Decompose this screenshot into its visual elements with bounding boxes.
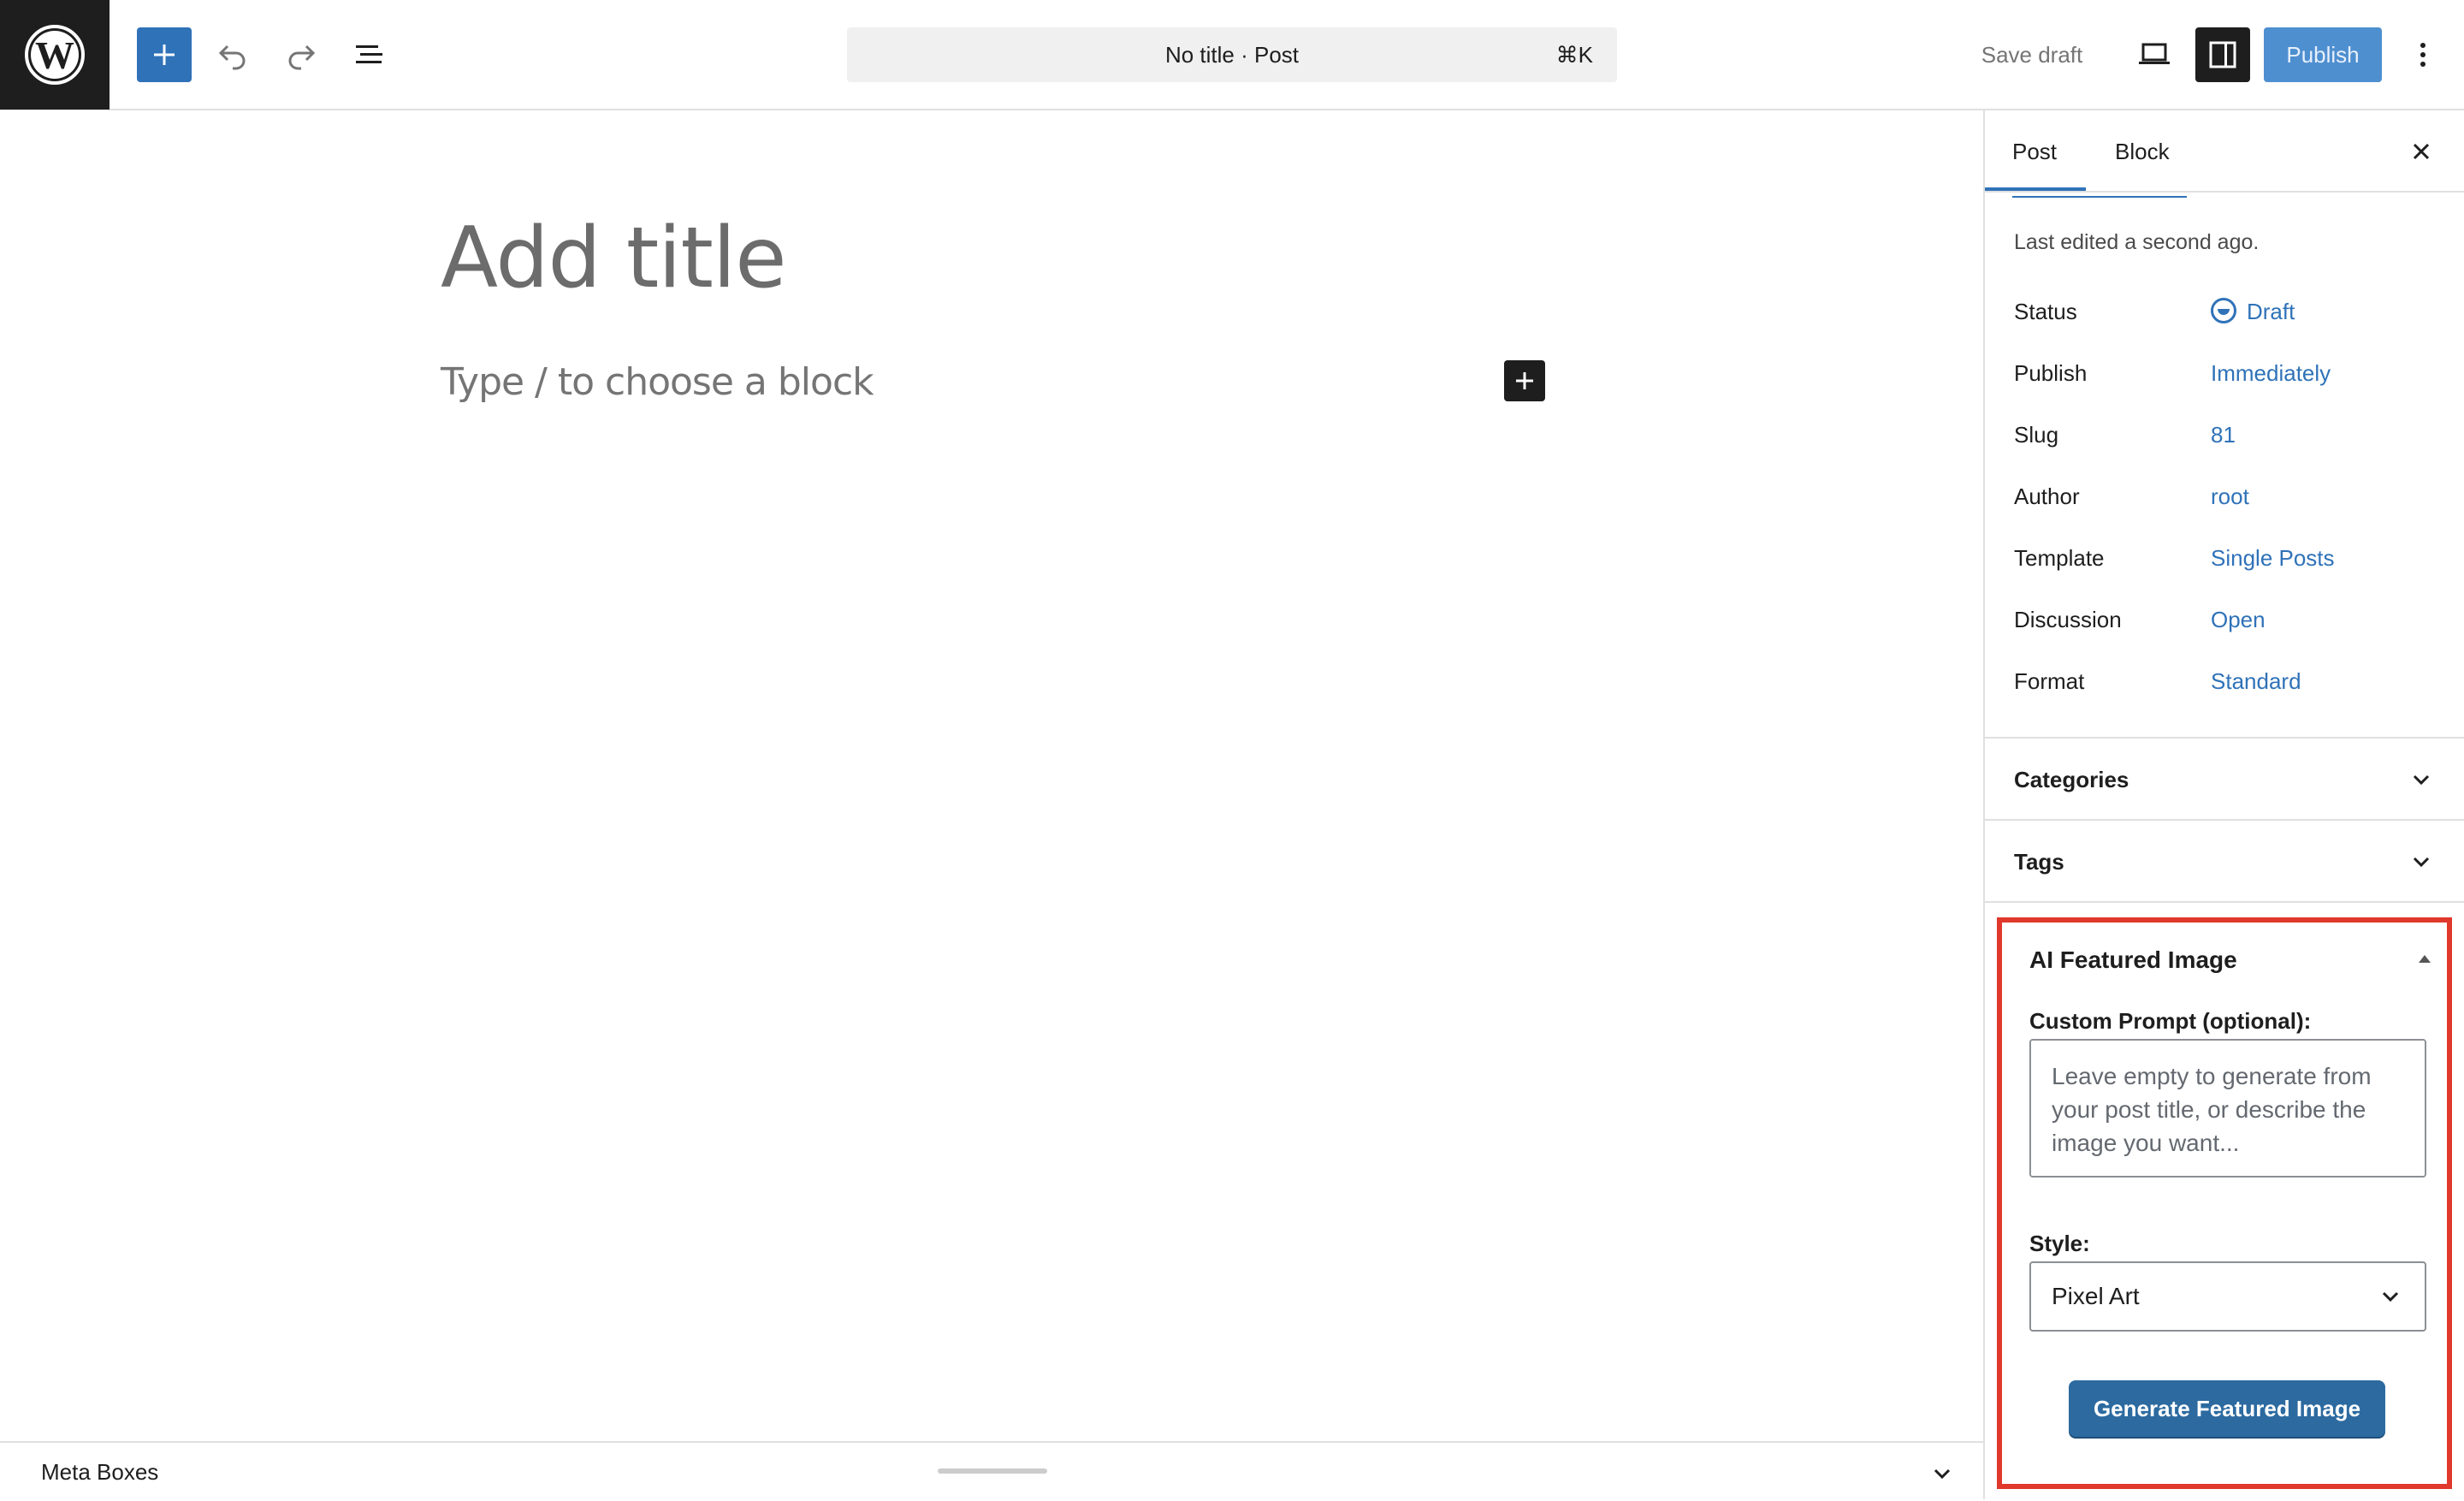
document-title: No title · Post xyxy=(1164,41,1300,68)
format-value[interactable]: Standard xyxy=(2211,668,2301,695)
inline-add-block-button[interactable] xyxy=(1504,360,1545,401)
publish-value[interactable]: Immediately xyxy=(2211,360,2331,387)
settings-toggle-button[interactable] xyxy=(2195,27,2250,82)
panel-title: Tags xyxy=(2014,849,2064,875)
more-vertical-icon xyxy=(2420,43,2426,67)
undo-icon xyxy=(218,44,246,70)
template-value[interactable]: Single Posts xyxy=(2211,545,2335,572)
custom-prompt-label: Custom Prompt (optional): xyxy=(2029,1008,2312,1034)
meta-row-slug: Slug 81 xyxy=(2014,422,2442,456)
active-tab-indicator xyxy=(1985,187,2086,191)
meta-key: Publish xyxy=(2014,360,2088,386)
meta-boxes-bar: Meta Boxes xyxy=(0,1441,1983,1499)
meta-row-publish: Publish Immediately xyxy=(2014,360,2442,395)
plus-icon xyxy=(1516,372,1533,389)
custom-prompt-textarea[interactable] xyxy=(2029,1039,2426,1178)
panel-toggle[interactable] xyxy=(2404,845,2438,879)
sidebar-toggle-icon xyxy=(2209,41,2236,68)
chevron-down-icon xyxy=(2413,857,2430,868)
undo-button[interactable] xyxy=(205,27,260,82)
list-view-icon xyxy=(356,45,382,63)
triangle-up-icon xyxy=(2419,955,2431,963)
svg-text:W: W xyxy=(35,33,74,77)
ai-featured-image-box: AI Featured Image Custom Prompt (optiona… xyxy=(1997,917,2452,1489)
meta-key: Status xyxy=(2014,299,2077,324)
meta-key: Format xyxy=(2014,668,2085,694)
close-sidebar-button[interactable] xyxy=(2404,134,2438,169)
sidebar-tabs: Post Block xyxy=(1985,110,2464,193)
close-icon xyxy=(2413,143,2430,160)
save-draft-button[interactable]: Save draft xyxy=(1968,27,2096,82)
command-palette-bar[interactable]: No title · Post ⌘K xyxy=(847,27,1617,82)
draft-status-icon xyxy=(2211,298,2236,324)
chevron-down-icon xyxy=(2413,774,2430,786)
slug-value[interactable]: 81 xyxy=(2211,422,2236,448)
redo-button[interactable] xyxy=(274,27,329,82)
chevron-down-icon xyxy=(2373,1279,2408,1314)
editor-header: W No title · Post ⌘K Save draft Publish xyxy=(0,0,2464,110)
redo-icon xyxy=(288,44,316,70)
panel-divider xyxy=(1985,901,2464,903)
add-block-button[interactable] xyxy=(137,27,192,82)
command-shortcut: ⌘K xyxy=(1555,42,1593,68)
generate-featured-image-button[interactable]: Generate Featured Image xyxy=(2069,1380,2385,1437)
chevron-down-icon xyxy=(1934,1468,1951,1480)
wordpress-logo-icon[interactable]: W xyxy=(0,0,110,110)
meta-key: Template xyxy=(2014,545,2105,571)
laptop-icon xyxy=(2139,43,2170,64)
options-button[interactable] xyxy=(2396,27,2450,82)
preview-button[interactable] xyxy=(2127,27,2182,82)
settings-sidebar: Post Block Last edited a second ago. Sta… xyxy=(1983,110,2464,1499)
categories-panel[interactable]: Categories xyxy=(1985,737,2464,819)
panel-title: Categories xyxy=(2014,767,2129,792)
tab-post[interactable]: Post xyxy=(2012,110,2103,193)
status-value[interactable]: Draft xyxy=(2211,298,2295,326)
meta-key: Slug xyxy=(2014,422,2059,448)
meta-key: Discussion xyxy=(2014,607,2122,632)
post-title-input[interactable]: Add title xyxy=(441,210,786,307)
ai-box-collapse-toggle[interactable] xyxy=(2416,950,2433,967)
block-appender-placeholder[interactable]: Type / to choose a block xyxy=(441,360,874,404)
editor-canvas: Add title Type / to choose a block xyxy=(0,110,1983,1441)
scrolled-link-underline xyxy=(2012,193,2187,198)
tab-block[interactable]: Block xyxy=(2115,110,2170,193)
tags-panel[interactable]: Tags xyxy=(1985,819,2464,901)
meta-boxes-label: Meta Boxes xyxy=(41,1459,159,1485)
meta-boxes-toggle[interactable] xyxy=(1925,1457,1959,1491)
meta-key: Author xyxy=(2014,484,2080,509)
meta-row-author: Author root xyxy=(2014,484,2442,518)
plus-icon xyxy=(154,44,175,65)
meta-row-format: Format Standard xyxy=(2014,668,2442,703)
style-label: Style: xyxy=(2029,1231,2090,1256)
ai-box-title: AI Featured Image xyxy=(2029,946,2237,973)
style-select[interactable]: Pixel Art xyxy=(2029,1261,2426,1332)
list-view-button[interactable] xyxy=(342,27,397,82)
meta-row-discussion: Discussion Open xyxy=(2014,607,2442,641)
last-edited-text: Last edited a second ago. xyxy=(2014,230,2260,254)
resize-handle[interactable] xyxy=(938,1468,1047,1474)
discussion-value[interactable]: Open xyxy=(2211,607,2266,633)
meta-row-template: Template Single Posts xyxy=(2014,545,2442,579)
status-label: Draft xyxy=(2247,299,2295,324)
style-select-value: Pixel Art xyxy=(2052,1283,2140,1309)
panel-toggle[interactable] xyxy=(2404,762,2438,797)
publish-button[interactable]: Publish xyxy=(2264,27,2382,82)
meta-row-status: Status Draft xyxy=(2014,298,2442,333)
author-value[interactable]: root xyxy=(2211,484,2249,510)
